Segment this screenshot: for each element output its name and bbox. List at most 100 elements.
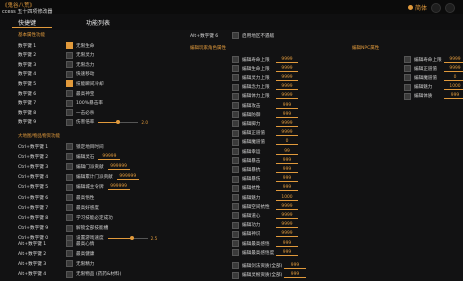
feature-row[interactable]: 数字键 8 一击必杀 <box>18 109 94 117</box>
feature-row[interactable]: Ctrl+数字键 1 锁定地目时间 <box>18 143 104 150</box>
feature-row[interactable]: 编辑剑法资质(全部) 999 <box>232 262 306 269</box>
checkbox[interactable] <box>66 109 73 117</box>
value-field[interactable]: 0 <box>444 75 463 81</box>
value-field[interactable]: 9999 <box>276 130 298 137</box>
tab-hotkeys[interactable]: 快捷键 <box>18 18 36 27</box>
feature-row[interactable]: Ctrl+数字键 8 学习技能必定成功 <box>18 214 113 222</box>
checkbox[interactable] <box>232 102 239 109</box>
checkbox[interactable] <box>66 143 73 150</box>
feature-row[interactable]: 编辑魅力 1000 <box>232 194 298 201</box>
speed-slider[interactable] <box>107 235 148 240</box>
feature-row[interactable]: 编辑脚力 9999 <box>232 120 298 128</box>
value-field[interactable]: 9999 <box>276 66 298 72</box>
feature-row[interactable]: 编辑体质 999 <box>404 92 463 100</box>
checkbox[interactable] <box>232 184 239 192</box>
checkbox[interactable] <box>232 203 239 211</box>
feature-row[interactable]: Ctrl+数字键 4 编辑累计门派贡献 999999 <box>18 173 139 181</box>
feature-row[interactable]: 数字键 4 快速移动 <box>18 70 94 78</box>
checkbox[interactable] <box>232 83 239 91</box>
checkbox[interactable] <box>232 221 239 229</box>
checkbox[interactable] <box>232 65 239 73</box>
feature-row[interactable]: Alt+数字键 2 最高健康 <box>18 250 94 258</box>
value-field[interactable]: 999999 <box>107 164 130 170</box>
feature-row[interactable]: 数字键 5 技能瞬间冷却 <box>18 80 104 88</box>
value-field[interactable]: 9999 <box>444 57 463 63</box>
value-field[interactable]: 9999 <box>276 75 298 81</box>
feature-row[interactable]: Ctrl+数字键 5 编辑城主令牌 999999 <box>18 183 130 191</box>
feature-row[interactable]: 编辑暴抗 999 <box>232 166 298 174</box>
feature-row[interactable]: Alt+数字键 3 无限精力 <box>18 260 94 268</box>
value-field[interactable]: 999999 <box>107 184 130 191</box>
checkbox[interactable] <box>232 138 239 146</box>
checkbox[interactable] <box>232 111 239 119</box>
feature-row[interactable]: 编辑寿命上限 9999 <box>404 56 463 63</box>
checkbox[interactable] <box>404 83 411 91</box>
feature-row[interactable]: Ctrl+数字键 2 编辑灵石 99999 <box>18 153 121 161</box>
checkbox[interactable] <box>66 240 73 247</box>
checkbox[interactable] <box>66 260 73 268</box>
feature-row[interactable]: 编辑神识 9999 <box>232 230 298 238</box>
feature-row[interactable]: 编辑灵根资质(全部) 999 <box>232 271 306 279</box>
checkbox[interactable] <box>66 153 73 161</box>
checkbox[interactable] <box>66 42 73 49</box>
feature-row[interactable]: 编辑正道值 9999 <box>404 65 463 73</box>
feature-row[interactable]: 编辑最高感悟度 999 <box>232 249 298 257</box>
value-field[interactable]: 99 <box>276 149 298 155</box>
checkbox[interactable] <box>232 175 239 183</box>
value-field[interactable]: 999 <box>276 112 298 118</box>
value-field[interactable]: 9999 <box>276 204 298 210</box>
checkbox[interactable] <box>66 90 73 97</box>
checkbox[interactable] <box>66 99 73 107</box>
checkbox[interactable] <box>404 74 411 82</box>
feature-row[interactable]: 数字键 2 无限灵力 <box>18 51 94 59</box>
feature-row[interactable]: 数字键 6 最高神宝 <box>18 90 94 97</box>
checkbox[interactable] <box>232 194 239 201</box>
checkbox[interactable] <box>232 166 239 174</box>
feature-row[interactable]: 数字键 9 伤害倍率 2.0 <box>18 118 148 126</box>
checkbox[interactable] <box>404 56 411 63</box>
feature-row[interactable]: 编辑防御 999 <box>232 111 298 119</box>
feature-row[interactable]: 编辑灵力上限 9999 <box>232 74 298 82</box>
checkbox[interactable] <box>232 56 239 63</box>
checkbox[interactable] <box>66 173 73 181</box>
feature-row[interactable]: 编辑生命上限 9999 <box>232 65 298 73</box>
checkbox[interactable] <box>66 270 73 278</box>
value-field[interactable]: 999 <box>276 176 298 183</box>
feature-row[interactable]: 编辑魅力 1000 <box>404 83 463 91</box>
row-top-hotkey[interactable]: Alt+数字键 6 启用地区不遇敌 <box>190 32 274 39</box>
checkbox[interactable] <box>232 212 239 220</box>
checkbox[interactable] <box>404 65 411 73</box>
value-field[interactable]: 999 <box>276 158 298 164</box>
checkbox[interactable] <box>66 194 73 201</box>
checkbox[interactable] <box>232 230 239 238</box>
slider-knob[interactable] <box>116 119 121 124</box>
value-field[interactable]: 999 <box>276 185 298 192</box>
value-field[interactable]: 99999 <box>98 154 121 160</box>
feature-row[interactable]: 编辑体力上限 9999 <box>232 92 298 100</box>
checkbox[interactable] <box>232 129 239 137</box>
checkbox[interactable] <box>232 157 239 165</box>
feature-row[interactable]: 编辑功力 9999 <box>232 221 298 229</box>
feature-row[interactable]: 编辑寿命上限 9999 <box>232 56 298 63</box>
value-field[interactable]: 9999 <box>276 231 298 238</box>
checkbox[interactable] <box>66 163 73 171</box>
checkbox[interactable] <box>232 262 239 269</box>
feature-row[interactable]: 数字键 7 100%暴击率 <box>18 99 103 107</box>
checkbox[interactable] <box>66 51 73 59</box>
slider-knob[interactable] <box>129 235 134 240</box>
feature-row[interactable]: 编辑空间抗性 9999 <box>232 203 298 211</box>
feature-row[interactable]: 编辑道心 9999 <box>232 212 298 220</box>
value-field[interactable]: 999 <box>276 103 298 109</box>
value-field[interactable]: 1000 <box>444 84 463 91</box>
checkbox[interactable] <box>232 240 239 247</box>
checkbox[interactable] <box>66 61 73 69</box>
minimize-button[interactable] <box>431 3 441 13</box>
value-field[interactable]: 999 <box>276 250 298 256</box>
checkbox[interactable] <box>66 70 73 78</box>
feature-row[interactable]: Ctrl+数字键 6 最高悟性 <box>18 194 94 201</box>
checkbox[interactable] <box>404 92 411 100</box>
value-field[interactable]: 999 <box>284 263 306 269</box>
checkbox[interactable] <box>66 118 73 126</box>
value-field[interactable]: 999 <box>284 272 306 278</box>
feature-row[interactable]: 数字键 3 无限念力 <box>18 61 94 69</box>
